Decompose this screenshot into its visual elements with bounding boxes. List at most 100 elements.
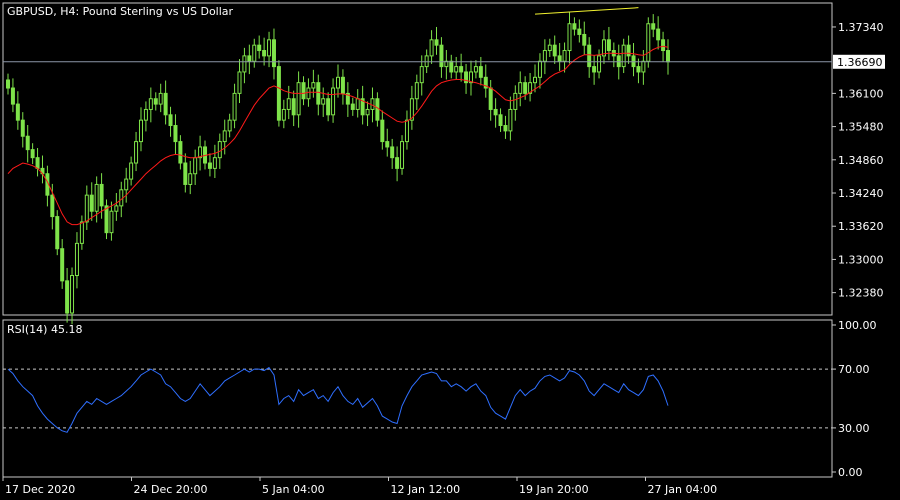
candle-body [257, 44, 262, 52]
candle-body [104, 205, 109, 234]
candle-body [143, 108, 148, 121]
candle-body [168, 114, 173, 127]
candle-body [606, 39, 611, 52]
candle-body [217, 141, 222, 159]
price-tick-label: 1.33620 [838, 220, 884, 233]
candle-body [188, 173, 193, 185]
candle-body [424, 55, 429, 68]
candle-body [488, 87, 493, 110]
candle-body [473, 66, 478, 73]
candle-body [641, 60, 646, 73]
candle-body [271, 39, 276, 68]
candle-body [129, 162, 134, 180]
candle-body [414, 82, 419, 100]
candle-body [380, 119, 385, 143]
candle-body [60, 248, 65, 282]
candle [646, 17, 651, 68]
candle-body [626, 44, 631, 57]
candle-body [163, 92, 168, 116]
candle-body [636, 66, 641, 73]
candle-body [114, 205, 119, 212]
candle-body [173, 125, 178, 143]
candle-body [567, 23, 572, 52]
candle-body [94, 183, 99, 212]
candle-body [557, 55, 562, 62]
chart-canvas: 1.36690 1.37340 1.36100 1.35480 1.34860 1.34… [0, 0, 900, 500]
time-tick-label: 17 Dec 2020 [5, 483, 75, 496]
candle-body [301, 82, 306, 100]
price-tick-label: 1.33000 [838, 253, 884, 266]
rsi-tick-label: 70.00 [838, 363, 870, 376]
candle-body [646, 23, 651, 62]
candle-body [419, 66, 424, 84]
candle-body [6, 79, 10, 89]
candle-body [321, 98, 326, 105]
candle-body [109, 210, 114, 234]
candle-body [25, 135, 30, 151]
candle-body [227, 119, 232, 132]
candle-body [262, 50, 267, 57]
price-tick-label: 1.37340 [838, 21, 884, 34]
time-tick-label: 12 Jan 12:00 [391, 483, 461, 496]
candle-body [661, 39, 666, 52]
candle-body [55, 216, 60, 250]
candle-body [326, 98, 331, 116]
candle-body [621, 44, 626, 68]
candle-body [15, 103, 20, 121]
candle-body [537, 60, 542, 78]
candle-body [355, 98, 360, 110]
candle-body [99, 183, 104, 207]
candle-body [592, 66, 597, 73]
rsi-tick-label: 0.00 [838, 466, 863, 479]
rsi-tick-label: 30.00 [838, 422, 870, 435]
candle-body [572, 23, 577, 30]
candle-body [79, 221, 84, 244]
candle-body [587, 44, 592, 68]
chart-background [0, 0, 900, 500]
candle-body [547, 44, 552, 52]
price-tick-label: 1.35480 [838, 121, 884, 134]
candle-body [247, 55, 252, 62]
candle-body [232, 92, 237, 121]
candle-body [134, 141, 139, 164]
current-price-label: 1.36690 [837, 56, 883, 69]
candle-body [523, 82, 528, 94]
candle-body [395, 157, 400, 169]
time-tick-label: 19 Jan 20:00 [519, 483, 589, 496]
candle-body [336, 76, 340, 89]
candle-body [267, 39, 272, 57]
candle-body [311, 82, 316, 89]
candle-body [503, 125, 508, 132]
candle-body [552, 44, 557, 57]
candle-body [340, 76, 345, 94]
candle-body [478, 66, 483, 78]
candle-body [542, 50, 547, 62]
rsi-title: RSI(14) 45.18 [7, 323, 82, 336]
candle-body [252, 44, 257, 62]
candle-body [454, 66, 459, 73]
candle-body [631, 55, 636, 68]
candle-body [158, 92, 163, 105]
candle-body [370, 98, 375, 110]
candle-body [178, 141, 183, 164]
candle-body [20, 119, 25, 137]
candle-body [582, 33, 587, 46]
candle-body [375, 98, 380, 121]
candle-body [74, 242, 79, 277]
candle-body [577, 28, 582, 35]
candle-body [65, 280, 70, 314]
candle-body [449, 60, 454, 73]
candle-body [616, 55, 621, 68]
price-tick-label: 1.34860 [838, 154, 884, 167]
candle-body [153, 98, 158, 105]
candle-body [291, 98, 296, 116]
candle-body [316, 82, 321, 105]
candle-body [385, 141, 390, 148]
candle-body [400, 141, 405, 169]
candle-body [70, 275, 75, 314]
candle-body [148, 98, 153, 110]
candle-body [222, 130, 227, 143]
candle-body [35, 157, 40, 169]
candle-body [429, 39, 434, 57]
chart-title: GBPUSD, H4: Pound Sterling vs US Dollar [7, 5, 234, 18]
